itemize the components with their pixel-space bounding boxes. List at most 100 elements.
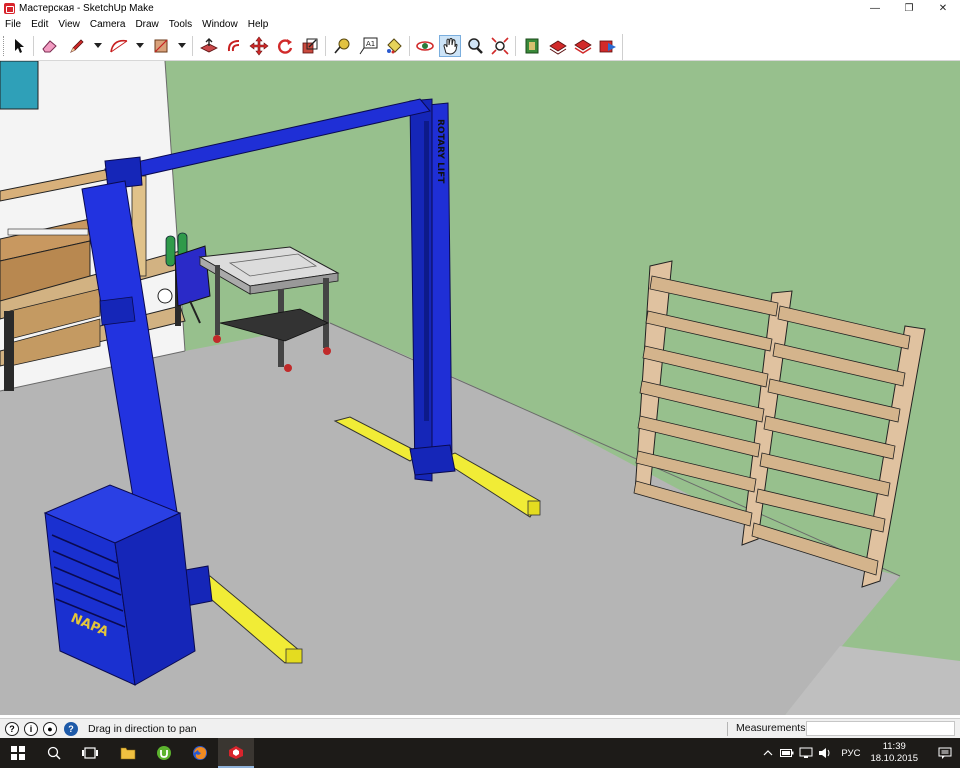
volume-icon[interactable] xyxy=(817,745,833,761)
toolbar-separator xyxy=(409,36,410,56)
getting-started-toolbar: A1 xyxy=(0,32,960,61)
taskbar-clock[interactable]: 11:39 18.10.2015 xyxy=(870,741,918,765)
window-controls: — ❐ ✕ xyxy=(858,0,960,17)
sketchup-taskbar-button[interactable] xyxy=(218,738,254,768)
notifications-icon xyxy=(938,747,952,759)
windows-taskbar: РУС 11:39 18.10.2015 xyxy=(0,738,960,768)
minimize-button[interactable]: — xyxy=(858,0,892,17)
menu-bar: File Edit View Camera Draw Tools Window … xyxy=(0,17,960,32)
toolbar-separator xyxy=(33,36,34,56)
status-hint-text: Drag in direction to pan xyxy=(88,722,197,735)
magnifier-icon xyxy=(468,38,483,54)
action-center-button[interactable] xyxy=(930,738,960,768)
wall-poster xyxy=(0,61,39,110)
menu-tools[interactable]: Tools xyxy=(164,19,197,30)
windows-logo-icon xyxy=(11,746,25,760)
arc-tool-dropdown[interactable] xyxy=(136,43,144,48)
restore-button[interactable]: ❐ xyxy=(892,0,926,17)
toolbar-separator xyxy=(515,36,516,56)
select-tool-button[interactable] xyxy=(8,35,30,57)
menu-window[interactable]: Window xyxy=(197,19,243,30)
search-button[interactable] xyxy=(36,738,72,768)
select-arrow-icon xyxy=(15,39,24,53)
zoom-tool-button[interactable] xyxy=(464,35,486,57)
text-tool-button[interactable]: A1 xyxy=(357,35,379,57)
firefox-button[interactable] xyxy=(182,738,218,768)
status-separator xyxy=(727,722,728,736)
battery-icon[interactable] xyxy=(779,745,795,761)
eraser-tool-button[interactable] xyxy=(38,35,60,57)
window-title: Мастерская - SketchUp Make xyxy=(19,3,154,14)
toolbar-separator xyxy=(325,36,326,56)
pencil-icon xyxy=(70,39,84,53)
shapes-tool-dropdown[interactable] xyxy=(178,43,186,48)
3d-warehouse-button[interactable] xyxy=(521,35,543,57)
move-tool-button[interactable] xyxy=(248,35,270,57)
share-model-button[interactable] xyxy=(547,35,569,57)
system-tray: РУС 11:39 18.10.2015 xyxy=(757,738,960,768)
3d-viewport[interactable]: ROTARY LIFT NAPA xyxy=(0,61,960,715)
folder-icon xyxy=(120,747,136,760)
orbit-tool-button[interactable] xyxy=(414,35,436,57)
tape-measure-tool-button[interactable] xyxy=(331,35,353,57)
line-tool-dropdown[interactable] xyxy=(94,43,102,48)
rotate-tool-button[interactable] xyxy=(274,35,296,57)
measurements-input[interactable] xyxy=(806,721,955,736)
offset-tool-button[interactable] xyxy=(223,35,245,57)
menu-draw[interactable]: Draw xyxy=(130,19,163,30)
arc-icon xyxy=(110,39,128,53)
pan-hand-icon xyxy=(443,38,458,55)
scale-icon xyxy=(302,38,318,54)
share-component-button[interactable] xyxy=(572,35,594,57)
torrent-client-button[interactable] xyxy=(146,738,182,768)
zoom-extents-icon xyxy=(491,37,509,55)
show-hidden-icons-chevron-up-icon[interactable] xyxy=(760,745,776,761)
help-icon[interactable]: ? xyxy=(64,721,78,736)
paint-bucket-tool-button[interactable] xyxy=(383,35,405,57)
task-view-button[interactable] xyxy=(72,738,108,768)
task-view-icon xyxy=(82,747,98,759)
title-bar: Мастерская - SketchUp Make — ❐ ✕ xyxy=(0,0,960,17)
network-icon[interactable] xyxy=(798,745,814,761)
rectangle-shape-icon xyxy=(154,39,168,53)
zoom-extents-tool-button[interactable] xyxy=(489,35,511,57)
orbit-icon xyxy=(416,41,434,51)
warehouse-icon xyxy=(525,38,539,54)
paint-bucket-icon xyxy=(387,38,402,54)
status-bar: ? i ● ? Drag in direction to pan Measure… xyxy=(0,718,960,738)
scale-tool-button[interactable] xyxy=(299,35,321,57)
pan-tool-button[interactable] xyxy=(439,35,461,57)
arc-tool-button[interactable] xyxy=(108,35,130,57)
sketchup-icon xyxy=(229,746,243,759)
toolbar-grip[interactable] xyxy=(3,36,6,56)
clock-date: 18.10.2015 xyxy=(870,753,918,764)
menu-view[interactable]: View xyxy=(53,19,85,30)
geo-location-icon[interactable]: ? xyxy=(5,721,19,736)
toolbar-edge xyxy=(622,34,623,60)
close-button[interactable]: ✕ xyxy=(926,0,960,17)
push-pull-tool-button[interactable] xyxy=(198,35,220,57)
start-button[interactable] xyxy=(0,738,36,768)
shapes-tool-button[interactable] xyxy=(150,35,172,57)
sign-in-user-icon[interactable]: ● xyxy=(43,721,57,736)
extension-warehouse-button[interactable] xyxy=(597,35,619,57)
credits-icon[interactable]: i xyxy=(24,721,38,736)
push-pull-icon xyxy=(200,38,218,53)
share-model-icon xyxy=(549,40,567,55)
firefox-icon xyxy=(193,746,207,760)
eraser-icon xyxy=(42,40,57,53)
file-explorer-button[interactable] xyxy=(110,738,146,768)
input-language-indicator[interactable]: РУС xyxy=(841,748,860,759)
menu-help[interactable]: Help xyxy=(243,19,274,30)
move-arrows-icon xyxy=(249,36,269,56)
share-component-icon xyxy=(574,39,592,54)
menu-camera[interactable]: Camera xyxy=(85,19,131,30)
offset-icon xyxy=(227,40,240,52)
tape-measure-icon xyxy=(334,38,350,54)
utorrent-icon xyxy=(157,746,171,760)
menu-file[interactable]: File xyxy=(0,19,26,30)
workshop-model-scene[interactable]: ROTARY LIFT NAPA xyxy=(0,61,960,715)
line-tool-button[interactable] xyxy=(66,35,88,57)
menu-edit[interactable]: Edit xyxy=(26,19,53,30)
lift-brand-label: ROTARY LIFT xyxy=(435,119,445,184)
